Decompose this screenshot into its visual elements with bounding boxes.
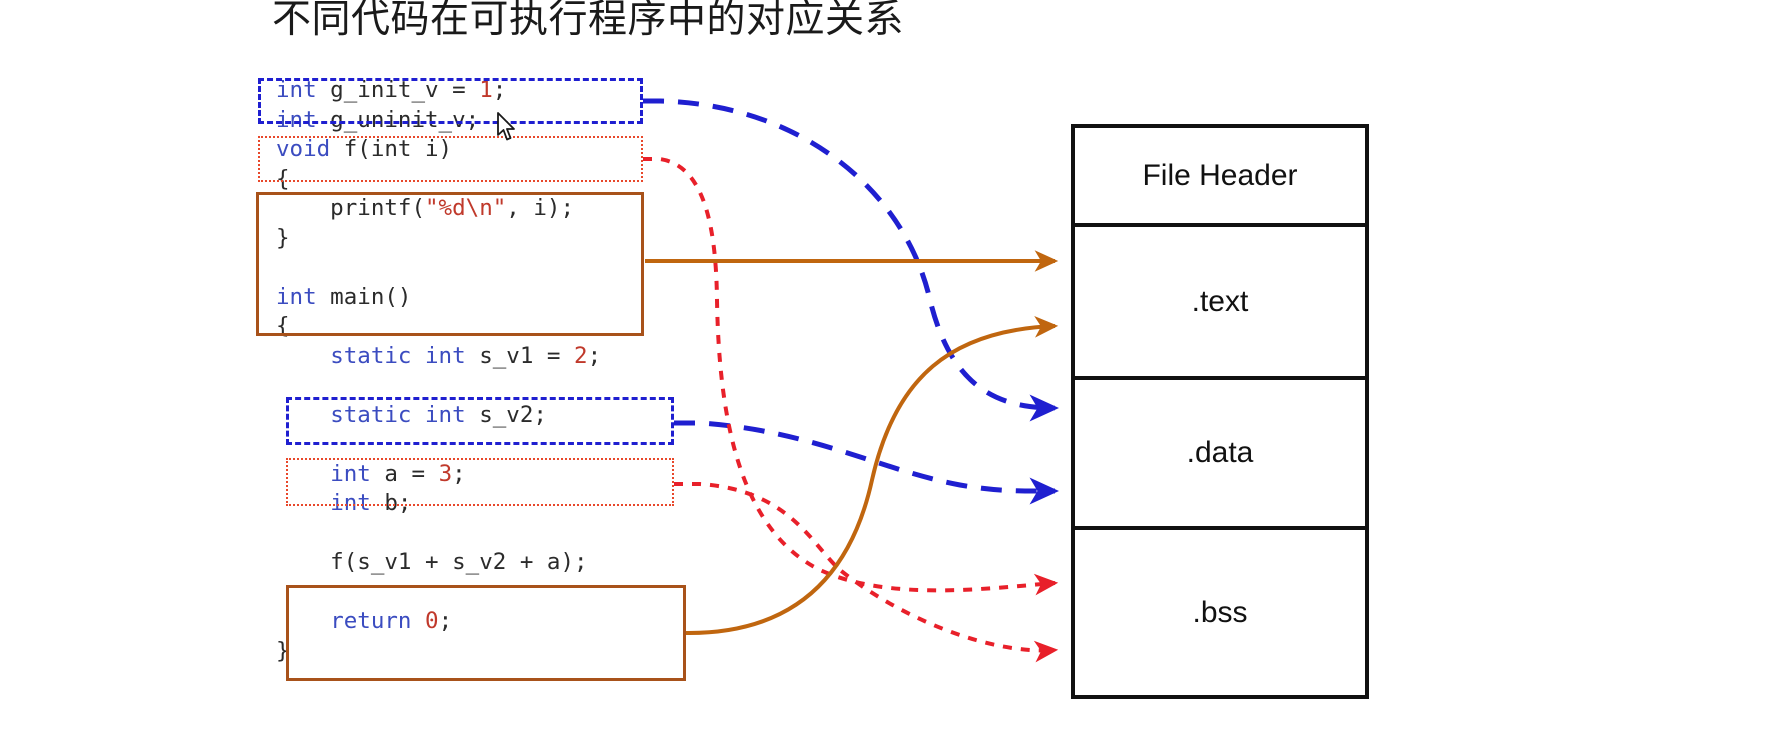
code-token: 1	[479, 77, 493, 103]
section-data: .data	[1075, 380, 1365, 530]
code-token: void	[276, 136, 331, 162]
code-token: s_v2;	[465, 401, 547, 428]
code-token: g_init_v =	[316, 77, 480, 103]
code-token: 3	[438, 460, 453, 487]
code-token: return	[330, 608, 412, 634]
code-line-blank-5	[276, 578, 736, 608]
code-line-s-v1: static int s_v1 = 2;	[276, 342, 736, 372]
code-token: }	[276, 224, 290, 251]
code-token: ;	[587, 342, 602, 369]
code-token: main()	[316, 283, 412, 310]
code-token: int	[276, 77, 317, 103]
mouse-pointer-icon	[497, 112, 515, 141]
code-line-main-close: }	[276, 637, 736, 667]
executable-layout-box: File Header .text .data .bss	[1071, 124, 1369, 699]
code-token: int	[276, 106, 317, 133]
code-line-func-close: }	[276, 224, 736, 254]
section-text: .text	[1075, 227, 1365, 380]
code-line-s-v2: static int s_v2;	[276, 401, 736, 431]
code-line-blank-4	[276, 519, 736, 549]
arrow-overlay	[643, 98, 1059, 663]
code-token: static int	[330, 342, 466, 369]
code-line-return-0: return 0;	[276, 607, 736, 637]
code-token: }	[276, 637, 290, 664]
code-token: ;	[492, 77, 507, 103]
code-token: ;	[452, 460, 466, 487]
code-token: printf(	[276, 195, 426, 221]
code-line-blank-1	[276, 253, 736, 283]
code-token: g_uninit_v;	[316, 106, 480, 133]
code-listing: int g_init_v = 1; int g_uninit_v; void f(i…	[276, 76, 736, 666]
code-token: "%d\n"	[425, 195, 507, 221]
code-line-main-sig: int main()	[276, 283, 736, 313]
code-token: , i);	[506, 195, 575, 221]
code-line-blank-2	[276, 371, 736, 401]
code-token: a =	[370, 460, 439, 487]
section-bss: .bss	[1075, 530, 1365, 695]
code-line-main-open: {	[276, 312, 736, 342]
code-token: f(s_v1 + s_v2 + a);	[276, 549, 588, 575]
page-title: 不同代码在可执行程序中的对应关系	[272, 0, 905, 42]
code-line-var-b: int b;	[276, 489, 736, 519]
code-token: ;	[438, 608, 453, 634]
code-token: 2	[574, 342, 588, 369]
code-line-var-a: int a = 3;	[276, 460, 736, 490]
section-label: .bss	[1192, 595, 1248, 629]
code-token: static int	[330, 401, 466, 428]
code-token: int	[330, 490, 371, 516]
section-label: .data	[1186, 436, 1254, 469]
code-token: {	[276, 165, 290, 192]
slide-canvas: 不同代码在可执行程序中的对应关系 int g_init_v = 1; int g_…	[0, 0, 1775, 744]
code-line-call-f: f(s_v1 + s_v2 + a);	[276, 548, 736, 578]
section-label: .text	[1191, 284, 1249, 318]
code-token: 0	[425, 608, 439, 634]
code-token: b;	[370, 490, 412, 516]
arrow-call-f-to-text	[685, 315, 1059, 636]
section-label: File Header	[1142, 158, 1298, 192]
code-line-func-open: {	[276, 165, 736, 195]
code-line-printf: printf("%d\n", i);	[276, 194, 736, 224]
code-token: {	[276, 313, 290, 339]
code-line-blank-3	[276, 430, 736, 460]
section-file-header: File Header	[1075, 128, 1365, 227]
code-line-g-init-v: int g_init_v = 1;	[276, 76, 736, 106]
code-token: s_v1 =	[465, 342, 575, 369]
code-token: int	[276, 283, 317, 310]
code-token: f(int i)	[330, 136, 453, 162]
code-token: int	[330, 460, 371, 487]
